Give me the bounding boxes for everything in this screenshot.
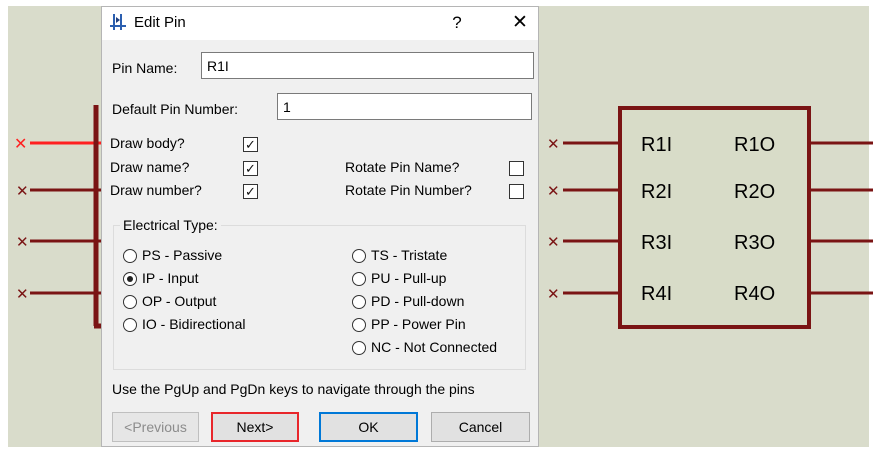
radio-output[interactable] (123, 295, 137, 309)
pin-cross-marker: ✕ (547, 286, 560, 303)
radio-pull-down[interactable] (352, 295, 366, 309)
pin-cross-marker: ✕ (14, 136, 27, 153)
close-button[interactable]: ✕ (507, 11, 533, 35)
rotate-pin-number-label: Rotate Pin Number? (345, 182, 472, 198)
pin-label: R4I (641, 283, 672, 305)
default-pin-number-label: Default Pin Number: (112, 101, 239, 117)
navigation-hint: Use the PgUp and PgDn keys to navigate t… (112, 381, 475, 397)
pin-label: R2I (641, 181, 672, 203)
radio-tristate-label: TS - Tristate (371, 247, 448, 263)
radio-passive-label: PS - Passive (142, 247, 223, 263)
pin-cross-marker: ✕ (547, 136, 560, 153)
radio-passive[interactable] (123, 249, 137, 263)
pin-label: R2O (734, 181, 775, 203)
pin-label: R3O (734, 232, 775, 254)
radio-pull-up-label: PU - Pull-up (371, 270, 447, 286)
draw-number-label: Draw number? (110, 182, 202, 198)
draw-name-label: Draw name? (110, 159, 190, 175)
draw-body-checkbox[interactable]: ✓ (243, 137, 258, 152)
help-button[interactable]: ? (445, 11, 469, 35)
radio-pull-down-label: PD - Pull-down (371, 293, 465, 309)
next-button[interactable]: Next> (211, 412, 299, 442)
radio-output-label: OP - Output (142, 293, 217, 309)
pin-label: R3I (641, 232, 672, 254)
pin-cross-marker: ✕ (16, 286, 29, 303)
radio-not-connected-label: NC - Not Connected (371, 339, 498, 355)
radio-input[interactable] (123, 272, 137, 286)
radio-input-label: IP - Input (142, 270, 199, 286)
radio-bidirectional-label: IO - Bidirectional (142, 316, 246, 332)
previous-button[interactable]: <Previous (112, 412, 199, 442)
pin-name-label: Pin Name: (112, 60, 178, 76)
pin-label: R1I (641, 134, 672, 156)
radio-tristate[interactable] (352, 249, 366, 263)
edit-pin-dialog: Edit Pin ? ✕ Pin Name: Default Pin Numbe… (101, 6, 539, 447)
rotate-pin-name-checkbox[interactable] (509, 161, 524, 176)
radio-not-connected[interactable] (352, 341, 366, 355)
pin-cross-marker: ✕ (547, 183, 560, 200)
pin-cross-marker: ✕ (16, 234, 29, 251)
electrical-type-label: Electrical Type: (120, 217, 221, 233)
ok-button[interactable]: OK (319, 412, 418, 442)
radio-pull-up[interactable] (352, 272, 366, 286)
radio-power-pin[interactable] (352, 318, 366, 332)
radio-power-pin-label: PP - Power Pin (371, 316, 466, 332)
pin-name-input[interactable] (201, 52, 534, 79)
cancel-button[interactable]: Cancel (431, 412, 530, 442)
radio-bidirectional[interactable] (123, 318, 137, 332)
pin-label: R1O (734, 134, 775, 156)
rotate-pin-number-checkbox[interactable] (509, 184, 524, 199)
draw-body-label: Draw body? (110, 135, 185, 151)
rotate-pin-name-label: Rotate Pin Name? (345, 159, 460, 175)
draw-number-checkbox[interactable]: ✓ (243, 184, 258, 199)
draw-name-checkbox[interactable]: ✓ (243, 161, 258, 176)
pin-label: R4O (734, 283, 775, 305)
default-pin-number-input[interactable] (277, 93, 532, 120)
pin-cross-marker: ✕ (16, 183, 29, 200)
pin-edit-icon (110, 14, 126, 30)
title-bar[interactable]: Edit Pin ? ✕ (102, 7, 538, 40)
dialog-title: Edit Pin (134, 14, 186, 31)
pin-cross-marker: ✕ (547, 234, 560, 251)
